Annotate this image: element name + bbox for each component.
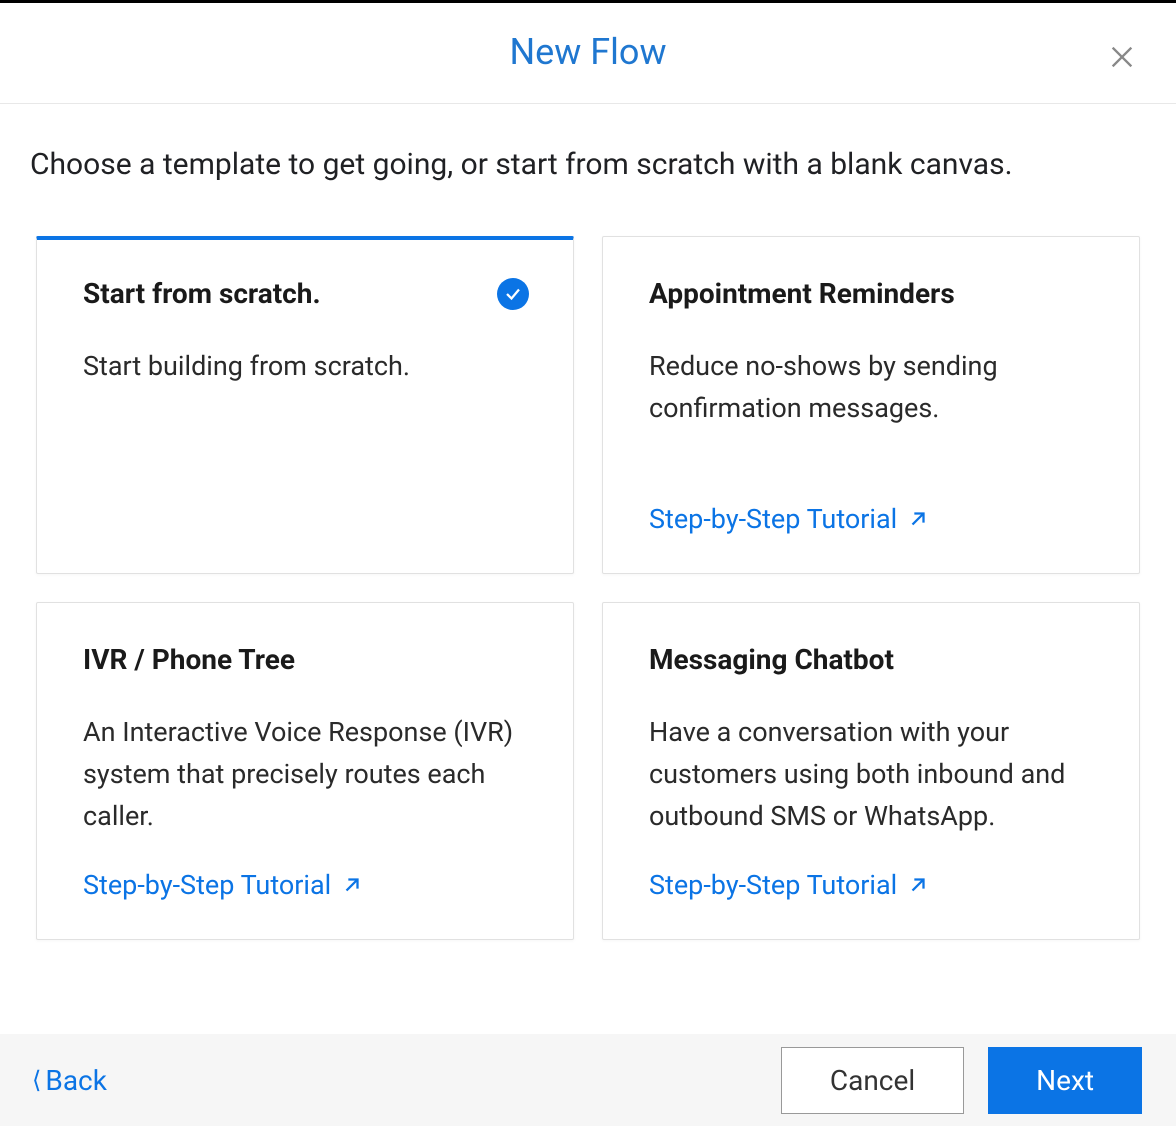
template-card-appointment-reminders[interactable]: Appointment Reminders Reduce no-shows by… — [602, 236, 1140, 574]
dialog-footer: ⟨ Back Cancel Next — [0, 1034, 1176, 1126]
card-description: Reduce no-shows by sending confirmation … — [649, 346, 1093, 479]
template-card-scratch[interactable]: Start from scratch. Start building from … — [36, 236, 574, 574]
template-card-messaging-chatbot[interactable]: Messaging Chatbot Have a conversation wi… — [602, 602, 1140, 940]
tutorial-link[interactable]: Step-by-Step Tutorial — [649, 869, 1093, 901]
selected-badge — [497, 278, 529, 310]
cancel-button[interactable]: Cancel — [781, 1047, 964, 1114]
card-title: Start from scratch. — [83, 277, 527, 310]
template-cards-grid: Start from scratch. Start building from … — [30, 236, 1146, 940]
external-link-icon — [341, 874, 363, 896]
card-description: Have a conversation with your customers … — [649, 712, 1093, 845]
card-description: An Interactive Voice Response (IVR) syst… — [83, 712, 527, 845]
close-icon — [1108, 43, 1136, 71]
check-icon — [504, 285, 522, 303]
tutorial-link-label: Step-by-Step Tutorial — [649, 869, 897, 901]
next-button[interactable]: Next — [988, 1047, 1142, 1114]
footer-actions: Cancel Next — [781, 1047, 1142, 1114]
back-link[interactable]: ⟨ Back — [32, 1064, 107, 1097]
card-description: Start building from scratch. — [83, 346, 527, 535]
tutorial-link[interactable]: Step-by-Step Tutorial — [649, 503, 1093, 535]
card-title: IVR / Phone Tree — [83, 643, 527, 676]
card-title: Messaging Chatbot — [649, 643, 1093, 676]
external-link-icon — [907, 874, 929, 896]
instruction-text: Choose a template to get going, or start… — [30, 144, 1146, 186]
back-label: Back — [45, 1064, 107, 1097]
dialog-content: Choose a template to get going, or start… — [0, 104, 1176, 940]
template-card-ivr-phone-tree[interactable]: IVR / Phone Tree An Interactive Voice Re… — [36, 602, 574, 940]
card-title: Appointment Reminders — [649, 277, 1093, 310]
external-link-icon — [907, 508, 929, 530]
chevron-left-icon: ⟨ — [32, 1066, 41, 1094]
dialog-header: New Flow — [0, 3, 1176, 104]
tutorial-link-label: Step-by-Step Tutorial — [83, 869, 331, 901]
dialog-title: New Flow — [0, 31, 1176, 73]
tutorial-link[interactable]: Step-by-Step Tutorial — [83, 869, 527, 901]
close-button[interactable] — [1104, 39, 1140, 75]
tutorial-link-label: Step-by-Step Tutorial — [649, 503, 897, 535]
